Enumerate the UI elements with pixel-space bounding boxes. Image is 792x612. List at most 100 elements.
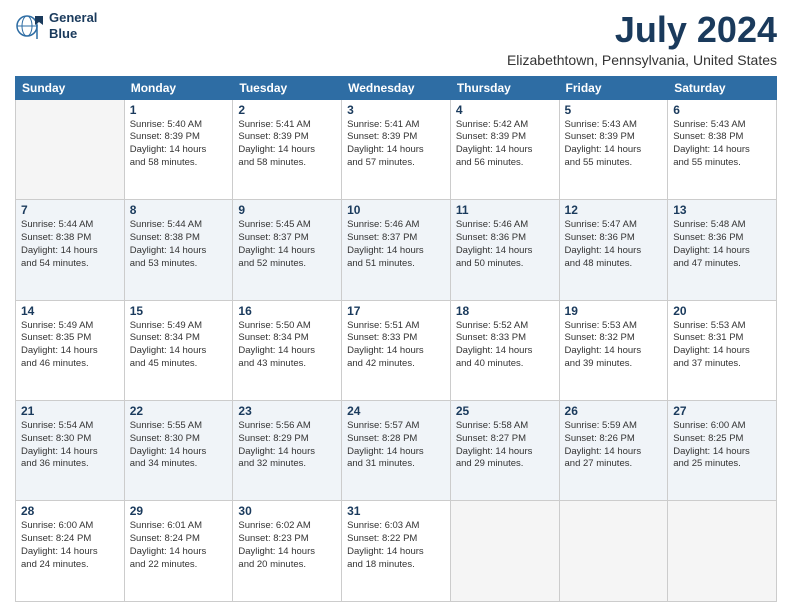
day-info: Sunrise: 5:47 AMSunset: 8:36 PMDaylight:…: [565, 219, 663, 270]
table-row: 11 Sunrise: 5:46 AMSunset: 8:36 PMDayligh…: [450, 200, 559, 300]
day-number: 13: [673, 203, 771, 217]
day-number: 9: [238, 203, 336, 217]
day-number: 8: [130, 203, 228, 217]
day-number: 3: [347, 103, 445, 117]
table-row: 24 Sunrise: 5:57 AMSunset: 8:28 PMDayligh…: [342, 401, 451, 501]
day-number: 2: [238, 103, 336, 117]
day-info: Sunrise: 5:46 AMSunset: 8:37 PMDaylight:…: [347, 219, 445, 270]
calendar-week-row: 28Sunrise: 6:00 AMSunset: 8:24 PMDayligh…: [16, 501, 777, 602]
day-info: Sunrise: 6:02 AMSunset: 8:23 PMDaylight:…: [238, 520, 336, 571]
table-row: 23Sunrise: 5:56 AMSunset: 8:29 PMDayligh…: [233, 401, 342, 501]
table-row: [668, 501, 777, 602]
day-number: 27: [673, 404, 771, 418]
day-info: Sunrise: 5:44 AMSunset: 8:38 PMDaylight:…: [21, 219, 119, 270]
day-number: 20: [673, 304, 771, 318]
day-number: 5: [565, 103, 663, 117]
day-info: Sunrise: 5:46 AMSunset: 8:36 PMDaylight:…: [456, 219, 554, 270]
day-number: 18: [456, 304, 554, 318]
table-row: 2 Sunrise: 5:41 AMSunset: 8:39 PMDaylight…: [233, 99, 342, 199]
day-info: Sunrise: 5:53 AMSunset: 8:31 PMDaylight:…: [673, 320, 771, 371]
table-row: 14Sunrise: 5:49 AMSunset: 8:35 PMDayligh…: [16, 300, 125, 400]
day-number: 15: [130, 304, 228, 318]
col-wednesday: Wednesday: [342, 76, 451, 99]
day-number: 29: [130, 504, 228, 518]
table-row: 20 Sunrise: 5:53 AMSunset: 8:31 PMDayligh…: [668, 300, 777, 400]
day-number: 16: [238, 304, 336, 318]
day-number: 30: [238, 504, 336, 518]
table-row: 27 Sunrise: 6:00 AMSunset: 8:25 PMDayligh…: [668, 401, 777, 501]
col-saturday: Saturday: [668, 76, 777, 99]
day-number: 4: [456, 103, 554, 117]
table-row: 8 Sunrise: 5:44 AMSunset: 8:38 PMDaylight…: [124, 200, 233, 300]
table-row: 12 Sunrise: 5:47 AMSunset: 8:36 PMDayligh…: [559, 200, 668, 300]
table-row: 1 Sunrise: 5:40 AMSunset: 8:39 PMDaylight…: [124, 99, 233, 199]
table-row: 3 Sunrise: 5:41 AMSunset: 8:39 PMDaylight…: [342, 99, 451, 199]
table-row: 17 Sunrise: 5:51 AMSunset: 8:33 PMDayligh…: [342, 300, 451, 400]
page: General Blue July 2024 Elizabethtown, Pe…: [0, 0, 792, 612]
day-info: Sunrise: 6:00 AMSunset: 8:25 PMDaylight:…: [673, 420, 771, 471]
day-number: 6: [673, 103, 771, 117]
table-row: 15 Sunrise: 5:49 AMSunset: 8:34 PMDayligh…: [124, 300, 233, 400]
day-number: 10: [347, 203, 445, 217]
day-info: Sunrise: 5:49 AMSunset: 8:34 PMDaylight:…: [130, 320, 228, 371]
day-number: 17: [347, 304, 445, 318]
day-info: Sunrise: 6:01 AMSunset: 8:24 PMDaylight:…: [130, 520, 228, 571]
subtitle: Elizabethtown, Pennsylvania, United Stat…: [507, 52, 777, 68]
logo-icon: [15, 11, 45, 41]
calendar-week-row: 14Sunrise: 5:49 AMSunset: 8:35 PMDayligh…: [16, 300, 777, 400]
day-info: Sunrise: 5:59 AMSunset: 8:26 PMDaylight:…: [565, 420, 663, 471]
header: General Blue July 2024 Elizabethtown, Pe…: [15, 10, 777, 68]
day-info: Sunrise: 5:57 AMSunset: 8:28 PMDaylight:…: [347, 420, 445, 471]
table-row: 16 Sunrise: 5:50 AMSunset: 8:34 PMDayligh…: [233, 300, 342, 400]
main-title: July 2024: [507, 10, 777, 50]
table-row: 6 Sunrise: 5:43 AMSunset: 8:38 PMDaylight…: [668, 99, 777, 199]
day-number: 14: [21, 304, 119, 318]
table-row: [559, 501, 668, 602]
day-info: Sunrise: 5:44 AMSunset: 8:38 PMDaylight:…: [130, 219, 228, 270]
table-row: 26 Sunrise: 5:59 AMSunset: 8:26 PMDayligh…: [559, 401, 668, 501]
day-info: Sunrise: 6:00 AMSunset: 8:24 PMDaylight:…: [21, 520, 119, 571]
day-info: Sunrise: 5:42 AMSunset: 8:39 PMDaylight:…: [456, 119, 554, 170]
table-row: 30 Sunrise: 6:02 AMSunset: 8:23 PMDayligh…: [233, 501, 342, 602]
table-row: 7 Sunrise: 5:44 AMSunset: 8:38 PMDaylight…: [16, 200, 125, 300]
table-row: 28Sunrise: 6:00 AMSunset: 8:24 PMDayligh…: [16, 501, 125, 602]
col-tuesday: Tuesday: [233, 76, 342, 99]
table-row: 5 Sunrise: 5:43 AMSunset: 8:39 PMDaylight…: [559, 99, 668, 199]
day-number: 7: [21, 203, 119, 217]
day-info: Sunrise: 5:56 AMSunset: 8:29 PMDaylight:…: [238, 420, 336, 471]
day-info: Sunrise: 5:51 AMSunset: 8:33 PMDaylight:…: [347, 320, 445, 371]
day-number: 24: [347, 404, 445, 418]
table-row: 10 Sunrise: 5:46 AMSunset: 8:37 PMDayligh…: [342, 200, 451, 300]
day-info: Sunrise: 5:43 AMSunset: 8:39 PMDaylight:…: [565, 119, 663, 170]
day-number: 26: [565, 404, 663, 418]
day-info: Sunrise: 5:41 AMSunset: 8:39 PMDaylight:…: [347, 119, 445, 170]
table-row: 21Sunrise: 5:54 AMSunset: 8:30 PMDayligh…: [16, 401, 125, 501]
day-number: 11: [456, 203, 554, 217]
table-row: 4 Sunrise: 5:42 AMSunset: 8:39 PMDaylight…: [450, 99, 559, 199]
day-info: Sunrise: 5:40 AMSunset: 8:39 PMDaylight:…: [130, 119, 228, 170]
col-thursday: Thursday: [450, 76, 559, 99]
day-number: 31: [347, 504, 445, 518]
day-number: 19: [565, 304, 663, 318]
day-number: 25: [456, 404, 554, 418]
col-monday: Monday: [124, 76, 233, 99]
day-info: Sunrise: 5:50 AMSunset: 8:34 PMDaylight:…: [238, 320, 336, 371]
day-info: Sunrise: 5:55 AMSunset: 8:30 PMDaylight:…: [130, 420, 228, 471]
table-row: 29 Sunrise: 6:01 AMSunset: 8:24 PMDayligh…: [124, 501, 233, 602]
title-block: July 2024 Elizabethtown, Pennsylvania, U…: [507, 10, 777, 68]
col-sunday: Sunday: [16, 76, 125, 99]
day-info: Sunrise: 5:41 AMSunset: 8:39 PMDaylight:…: [238, 119, 336, 170]
col-friday: Friday: [559, 76, 668, 99]
day-info: Sunrise: 5:48 AMSunset: 8:36 PMDaylight:…: [673, 219, 771, 270]
table-row: 18 Sunrise: 5:52 AMSunset: 8:33 PMDayligh…: [450, 300, 559, 400]
table-row: [16, 99, 125, 199]
day-number: 1: [130, 103, 228, 117]
table-row: [450, 501, 559, 602]
calendar: Sunday Monday Tuesday Wednesday Thursday…: [15, 76, 777, 602]
day-info: Sunrise: 5:43 AMSunset: 8:38 PMDaylight:…: [673, 119, 771, 170]
day-info: Sunrise: 5:58 AMSunset: 8:27 PMDaylight:…: [456, 420, 554, 471]
logo: General Blue: [15, 10, 97, 41]
day-number: 12: [565, 203, 663, 217]
day-info: Sunrise: 5:52 AMSunset: 8:33 PMDaylight:…: [456, 320, 554, 371]
calendar-week-row: 21Sunrise: 5:54 AMSunset: 8:30 PMDayligh…: [16, 401, 777, 501]
